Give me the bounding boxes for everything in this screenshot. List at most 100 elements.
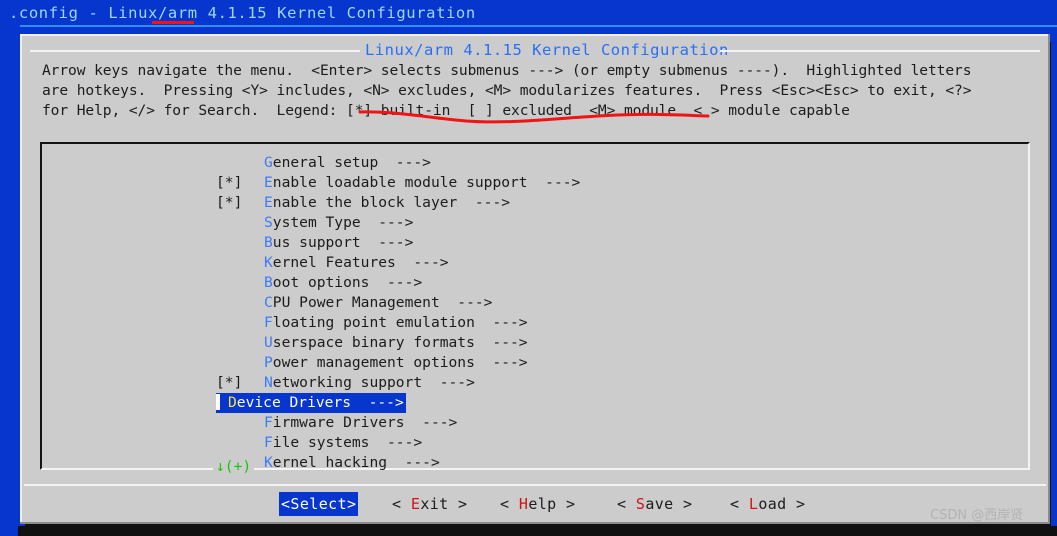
menu-item-hotkey: G <box>264 154 273 171</box>
menu-item-label: ystem Type ---> <box>272 214 414 231</box>
menu-item-label: etworking support ---> <box>272 374 475 391</box>
desktop-left-strip <box>0 26 18 536</box>
window-title: .config - Linux/arm 4.1.15 Kernel Config… <box>9 4 476 22</box>
button-label: xit > <box>420 495 468 513</box>
button-hotkey: L <box>748 495 759 513</box>
csdn-watermark: CSDN @西岸贤 <box>930 508 1024 523</box>
menu-item-hotkey: F <box>264 314 273 331</box>
menu-item[interactable]: [*] Networking support ---> <box>216 373 580 393</box>
button-label: ave > <box>645 495 693 513</box>
menu-item[interactable]: [*] Enable the block layer ---> <box>216 193 580 213</box>
scroll-down-indicator: ↓(+) <box>213 459 255 475</box>
menu-item-hotkey: N <box>264 374 273 391</box>
menu-item-hotkey: C <box>264 294 273 311</box>
button-label: oad > <box>758 495 806 513</box>
menu-item-hotkey: E <box>264 194 273 211</box>
menu-item-hotkey: B <box>264 234 273 251</box>
button-bracket-left: < <box>730 495 749 513</box>
menu-item-flag <box>216 313 264 333</box>
menu-item[interactable]: Floating point emulation ---> <box>216 313 580 333</box>
help-line: for Help, </> for Search. Legend: [*] bu… <box>42 102 850 119</box>
menu-item[interactable]: CPU Power Management ---> <box>216 293 580 313</box>
menu-item-hotkey: K <box>264 454 273 471</box>
menu-item-label: ile systems ---> <box>272 434 423 451</box>
dialog-title: Linux/arm 4.1.15 Kernel Configuration <box>365 41 729 59</box>
menu-item-flag <box>216 233 264 253</box>
dialog-border-top <box>20 34 1050 36</box>
menu-item[interactable]: [*] Enable loadable module support ---> <box>216 173 580 193</box>
select-button[interactable]: <Select> <box>279 492 359 516</box>
button-hotkey: H <box>518 495 529 513</box>
menu-item[interactable]: Kernel hacking ---> <box>216 453 580 473</box>
menu-item[interactable]: Userspace binary formats ---> <box>216 333 580 353</box>
menu-item-label: nable the block layer ---> <box>272 194 511 211</box>
menu-item-hotkey: U <box>264 334 273 351</box>
menu-item[interactable]: File systems ---> <box>216 433 580 453</box>
menu-item-flag <box>216 273 264 293</box>
menu-item-label: PU Power Management ---> <box>272 294 493 311</box>
button-label: elp > <box>528 495 576 513</box>
save-button[interactable]: < Save > <box>615 492 694 516</box>
menu-item-label: oot options ---> <box>272 274 423 291</box>
button-hotkey: E <box>410 495 421 513</box>
menu-item-hotkey: E <box>264 174 273 191</box>
menu-item-hotkey: F <box>264 434 273 451</box>
menu-item-label: ernel Features ---> <box>272 254 449 271</box>
menu-item-label: ernel hacking ---> <box>272 454 440 471</box>
menu-item[interactable]: Bus support ---> <box>216 233 580 253</box>
help-line: Arrow keys navigate the menu. <Enter> se… <box>42 62 972 79</box>
kernel-menuconfig-screen: .config - Linux/arm 4.1.15 Kernel Config… <box>0 0 1057 536</box>
menu-item-flag <box>216 253 264 273</box>
dialog-border-bottom <box>20 522 1050 524</box>
menu-item-hotkey: D <box>228 394 237 411</box>
button-bracket-left: < <box>500 495 519 513</box>
menu-item-hotkey: F <box>264 414 273 431</box>
button-label: <Select> <box>281 495 357 513</box>
menu-item-label: loating point emulation ---> <box>272 314 528 331</box>
menu-item[interactable]: Firmware Drivers ---> <box>216 413 580 433</box>
menu-item-label: nable loadable module support ---> <box>272 174 581 191</box>
red-underline-annotation <box>152 21 194 24</box>
menu-item-flag: [*] <box>216 374 252 391</box>
exit-button[interactable]: < Exit > <box>390 492 469 516</box>
menu-item[interactable]: System Type ---> <box>216 213 580 233</box>
menu-item-label: eneral setup ---> <box>272 154 431 171</box>
menu-item-flag: [*] <box>216 194 252 211</box>
button-bracket-left: < <box>392 495 411 513</box>
button-bar-separator <box>24 484 1046 486</box>
menu-item-flag <box>216 433 264 453</box>
menu-item-hotkey: P <box>264 354 273 371</box>
selection-cursor <box>216 394 220 410</box>
menu-item-selected[interactable]: Device Drivers ---> <box>216 393 406 413</box>
menu-item-flag <box>216 413 264 433</box>
menu-item-label: evice Drivers ---> <box>236 394 404 411</box>
button-bracket-left: < <box>617 495 636 513</box>
menu-item[interactable]: General setup ---> <box>216 153 580 173</box>
desktop-bottom-bar <box>18 526 1057 536</box>
menu-item-flag: [*] <box>216 174 252 191</box>
help-line: are hotkeys. Pressing <Y> includes, <N> … <box>42 82 972 99</box>
menu-item-flag <box>216 293 264 313</box>
menu-item[interactable]: Power management options ---> <box>216 353 580 373</box>
menu-item-flag <box>216 153 264 173</box>
menu-item-label: serspace binary formats ---> <box>272 334 528 351</box>
button-bar: <Select> < Exit > < Help > < Save > < Load > <box>24 492 1046 518</box>
menu-item-flag <box>216 353 264 373</box>
dialog-border-left <box>20 34 22 524</box>
help-button[interactable]: < Help > <box>498 492 577 516</box>
menu-item[interactable]: Kernel Features ---> <box>216 253 580 273</box>
menu-item-hotkey: K <box>264 254 273 271</box>
dialog-title-rule-right <box>720 50 1040 52</box>
menu-item[interactable]: Boot options ---> <box>216 273 580 293</box>
menu-item-flag <box>216 333 264 353</box>
menu-item-label: ower management options ---> <box>272 354 528 371</box>
dialog-title-rule-left <box>30 50 360 52</box>
menu-list[interactable]: General setup ---> [*] Enable loadable mo… <box>216 153 580 473</box>
menu-item-hotkey: B <box>264 274 273 291</box>
window-titlebar: .config - Linux/arm 4.1.15 Kernel Config… <box>0 0 1057 27</box>
load-button[interactable]: < Load > <box>728 492 807 516</box>
help-text: Arrow keys navigate the menu. <Enter> se… <box>42 61 1032 121</box>
menu-item-flag <box>216 213 264 233</box>
menu-item-label: irmware Drivers ---> <box>272 414 458 431</box>
titlebar-hairline <box>20 25 1057 27</box>
